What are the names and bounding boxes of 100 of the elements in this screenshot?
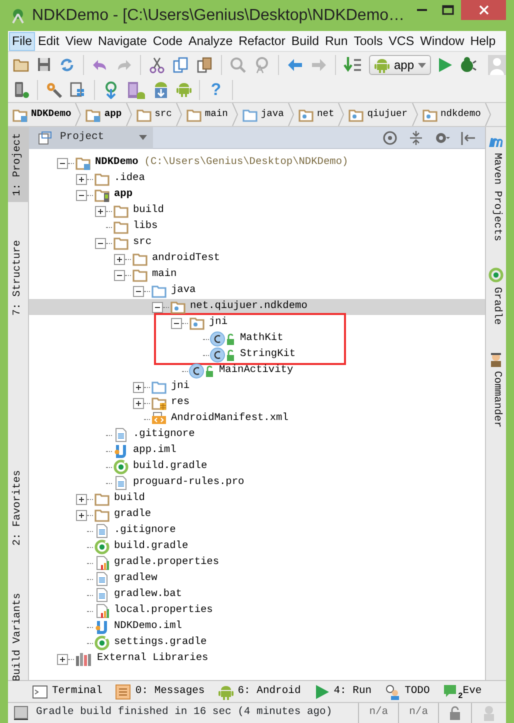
tree-item[interactable]: AndroidManifest.xml <box>29 411 485 427</box>
tree-item[interactable]: libs <box>29 219 485 235</box>
tool-window-button[interactable]: Terminal <box>32 684 102 700</box>
expand-toggle-icon <box>133 398 144 408</box>
scissors-button[interactable] <box>148 56 166 74</box>
tree-item[interactable]: app.iml <box>29 443 485 459</box>
wrench-button[interactable] <box>45 81 63 99</box>
chat-icon <box>442 684 459 700</box>
tool-window-tab[interactable]: 1: Project <box>8 127 28 202</box>
tree-item[interactable]: local.properties <box>29 603 485 619</box>
menu-item[interactable]: Tools <box>350 32 386 50</box>
tree-item[interactable]: NDKDemo (C:\Users\Genius\Desktop\NDKDemo) <box>29 155 485 171</box>
view-icon <box>38 130 52 144</box>
make-button[interactable] <box>343 56 363 74</box>
download-button[interactable] <box>152 81 170 99</box>
tree-item[interactable]: .idea <box>29 171 485 187</box>
tree-item[interactable]: External Libraries <box>29 651 485 667</box>
paste-button[interactable] <box>196 56 214 74</box>
tool-window-tab[interactable]: Build Variants <box>8 587 28 688</box>
collapse-button[interactable] <box>407 128 425 146</box>
android-icon <box>176 81 192 99</box>
copy-button[interactable] <box>172 56 190 74</box>
menu-item[interactable]: VCS <box>386 32 418 50</box>
breadcrumb-item[interactable]: net <box>298 106 338 122</box>
tool-window-button[interactable]: 6: Android <box>218 684 301 700</box>
search-icon <box>229 56 247 74</box>
tree-item[interactable]: NDKDemo.iml <box>29 619 485 635</box>
tool-window-tab[interactable]: 2: Favorites <box>8 464 28 552</box>
tool-window-tab[interactable]: Gradle <box>486 283 506 330</box>
caret-icon <box>139 135 147 140</box>
expand-toggle-icon <box>114 254 125 264</box>
save-button[interactable] <box>36 56 52 74</box>
tool-window-tab[interactable]: Maven Projects <box>486 149 506 246</box>
menu-item[interactable]: Run <box>322 32 351 50</box>
file-icon <box>113 427 129 443</box>
menu-item[interactable]: Help <box>467 32 499 50</box>
menu-item[interactable]: Code <box>150 32 186 50</box>
tool-window-tab[interactable]: Commander <box>486 367 506 432</box>
tree-item[interactable]: jni <box>29 379 485 395</box>
tree-item[interactable]: main <box>29 267 485 283</box>
menu-item[interactable]: View <box>62 32 95 50</box>
tree-item[interactable]: MathKit <box>31 331 344 347</box>
breadcrumb-item[interactable]: src <box>136 106 176 122</box>
tree-item[interactable]: build.gradle <box>29 539 485 555</box>
tree-item[interactable]: settings.gradle <box>29 635 485 651</box>
tool-window-button[interactable]: 4: Run <box>314 684 372 700</box>
tree-item[interactable]: gradlew.bat <box>29 587 485 603</box>
tree-item[interactable]: java <box>29 283 485 299</box>
breadcrumb-item[interactable]: qiujuer <box>348 106 412 122</box>
menu-item[interactable]: Refactor <box>236 32 288 50</box>
tree-item[interactable]: androidTest <box>29 251 485 267</box>
tree-item[interactable]: res <box>29 395 485 411</box>
breadcrumb-item[interactable]: app <box>85 106 126 122</box>
menu-item[interactable]: Navigate <box>94 32 150 50</box>
tree-item[interactable]: build <box>29 203 485 219</box>
tree-item[interactable]: StringKit <box>31 347 344 363</box>
breadcrumb-item[interactable]: main <box>186 106 232 122</box>
grid-button[interactable] <box>69 81 87 99</box>
menu-item[interactable]: Edit <box>34 32 62 50</box>
person-icon <box>488 351 504 368</box>
search-button[interactable] <box>229 56 247 74</box>
replace-button[interactable] <box>253 56 271 74</box>
tool-window-button[interactable]: 0: Messages <box>115 684 205 700</box>
phone-button[interactable] <box>126 81 146 99</box>
status-cell: n/a <box>398 702 438 723</box>
android-button[interactable] <box>176 81 192 99</box>
tree-item[interactable]: jni <box>156 315 344 331</box>
scissors-icon <box>148 56 166 74</box>
menu-item[interactable]: File <box>9 32 35 50</box>
tree-item[interactable]: gradle.properties <box>29 555 485 571</box>
breadcrumb-item[interactable]: ndkdemo <box>422 106 485 122</box>
run-button[interactable] <box>437 56 454 74</box>
sync-button[interactable] <box>58 56 76 74</box>
tree-item[interactable]: gradlew <box>29 571 485 587</box>
run-configuration-dropdown[interactable]: app <box>369 55 432 75</box>
expand-toggle-icon <box>133 382 144 392</box>
tree-item[interactable]: app <box>29 187 485 203</box>
tool-window-tab[interactable]: 7: Structure <box>8 234 28 322</box>
menu-item[interactable]: Window <box>417 32 468 50</box>
tree-item[interactable]: gradle <box>29 507 485 523</box>
tree-item[interactable]: proguard-rules.pro <box>29 475 485 491</box>
device-button[interactable] <box>12 81 30 99</box>
menu-item[interactable]: Build <box>288 32 322 50</box>
close-button[interactable] <box>461 0 506 20</box>
target-button[interactable] <box>381 128 399 146</box>
breadcrumb-item[interactable]: java <box>242 106 288 122</box>
bug-button[interactable] <box>459 56 478 74</box>
tree-item[interactable]: build.gradle <box>29 459 485 475</box>
tree-item[interactable]: net.qiujuer.ndkdemo <box>29 299 485 315</box>
package-icon <box>298 106 314 122</box>
breadcrumb-item[interactable]: NDKDemo <box>12 106 76 122</box>
tree-item[interactable]: build <box>29 491 485 507</box>
tool-window-button[interactable]: TODO <box>384 684 430 700</box>
folder-icon <box>85 106 102 122</box>
view-dropdown[interactable]: Project <box>29 126 153 148</box>
tree-item[interactable]: .gitignore <box>29 427 485 443</box>
tree-item[interactable]: .gitignore <box>29 523 485 539</box>
tree-item[interactable]: src <box>29 235 485 251</box>
tree-item[interactable]: MainActivity <box>29 363 485 379</box>
menu-item[interactable]: Analyze <box>186 32 236 50</box>
